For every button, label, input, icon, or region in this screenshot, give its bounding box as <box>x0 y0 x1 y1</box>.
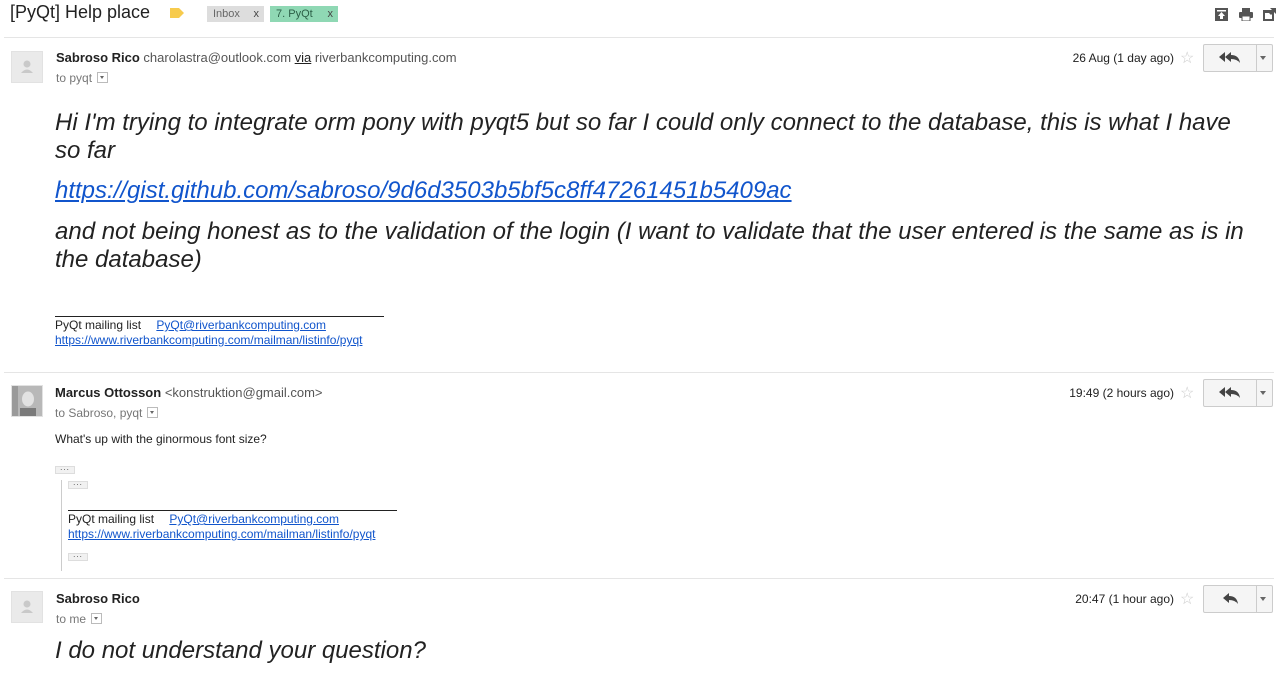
avatar[interactable] <box>11 51 43 83</box>
mailing-list-name: PyQt mailing list <box>55 318 142 332</box>
star-icon[interactable]: ☆ <box>1180 589 1194 609</box>
sender-email: <konstruktion@gmail.com> <box>164 385 323 400</box>
message-sender: Marcus Ottosson <konstruktion@gmail.com> <box>55 385 323 400</box>
label-name: 7. PyQt <box>276 8 313 20</box>
message-body-text: What's up with the ginormous font size? <box>55 432 267 446</box>
show-details-dropdown[interactable] <box>91 613 103 625</box>
star-icon[interactable]: ☆ <box>1180 48 1194 68</box>
recipients-text: to Sabroso, pyqt <box>55 406 143 420</box>
reply-button-group <box>1203 585 1273 613</box>
new-window-icon[interactable] <box>1263 8 1276 21</box>
reply-button-group <box>1203 44 1273 72</box>
gist-link[interactable]: https://gist.github.com/sabroso/9d6d3503… <box>55 177 792 205</box>
via-domain: riverbankcomputing.com <box>314 50 457 65</box>
avatar[interactable] <box>11 385 43 417</box>
show-details-dropdown[interactable] <box>147 407 159 419</box>
signature-divider <box>68 510 397 511</box>
important-marker-icon[interactable] <box>170 8 184 18</box>
signature-divider <box>55 316 384 317</box>
reply-button-group <box>1203 379 1273 407</box>
show-trimmed-content-button[interactable]: ... <box>55 464 75 474</box>
via-link[interactable]: via <box>295 50 312 65</box>
reply-all-icon <box>1219 387 1240 398</box>
mailing-list-url-link[interactable]: https://www.riverbankcomputing.com/mailm… <box>55 333 362 347</box>
show-trimmed-content-button[interactable]: ... <box>68 479 88 489</box>
quote-bar <box>61 480 62 571</box>
message-body-text: Hi I'm trying to integrate orm pony with… <box>55 109 1231 164</box>
more-actions-dropdown[interactable] <box>1260 597 1266 601</box>
message-date[interactable]: 20:47 (1 hour ago) <box>1075 592 1174 606</box>
remove-label-button[interactable]: x <box>328 6 334 22</box>
recipients: to Sabroso, pyqt <box>55 406 159 420</box>
label-chip-pyqt[interactable]: 7. PyQt x <box>270 6 338 22</box>
label-name: Inbox <box>213 8 240 20</box>
mailing-list-email-link[interactable]: PyQt@riverbankcomputing.com <box>169 512 339 526</box>
reply-all-button[interactable] <box>1204 380 1257 406</box>
avatar[interactable] <box>11 591 43 623</box>
recipients: to pyqt <box>56 71 109 85</box>
mailing-list-footer: PyQt mailing list PyQt@riverbankcomputin… <box>55 318 326 332</box>
message-sender: Sabroso Rico <box>56 591 140 606</box>
more-actions-dropdown[interactable] <box>1260 391 1266 395</box>
sender-name[interactable]: Marcus Ottosson <box>55 385 161 400</box>
thread-subject: [PyQt] Help place <box>10 2 151 22</box>
divider <box>4 37 1274 38</box>
mailing-list-footer: PyQt mailing list PyQt@riverbankcomputin… <box>68 512 339 526</box>
message-sender: Sabroso Rico charolastra@outlook.com via… <box>56 50 457 65</box>
reply-icon <box>1223 593 1238 604</box>
sender-name[interactable]: Sabroso Rico <box>56 50 140 65</box>
mailing-list-url-link[interactable]: https://www.riverbankcomputing.com/mailm… <box>68 527 375 541</box>
divider <box>4 578 1274 579</box>
star-icon[interactable]: ☆ <box>1180 383 1194 403</box>
message-body-text: I do not understand your question? <box>55 637 426 664</box>
show-details-dropdown[interactable] <box>97 72 109 84</box>
sender-name[interactable]: Sabroso Rico <box>56 591 140 606</box>
reply-all-icon <box>1219 52 1240 63</box>
recipients-text: to pyqt <box>56 71 93 85</box>
remove-label-button[interactable]: x <box>254 6 260 22</box>
divider <box>4 372 1274 373</box>
message-date[interactable]: 19:49 (2 hours ago) <box>1069 386 1174 400</box>
expand-all-icon[interactable] <box>1215 8 1228 21</box>
more-actions-dropdown[interactable] <box>1260 56 1266 60</box>
recipients: to me <box>56 612 103 626</box>
print-icon[interactable] <box>1239 8 1253 21</box>
mailing-list-email-link[interactable]: PyQt@riverbankcomputing.com <box>156 318 326 332</box>
message-body-text: and not being honest as to the validatio… <box>55 218 1244 273</box>
show-trimmed-content-button[interactable]: ... <box>68 551 88 561</box>
sender-email: charolastra@outlook.com <box>143 50 292 65</box>
recipients-text: to me <box>56 612 87 626</box>
message-date[interactable]: 26 Aug (1 day ago) <box>1073 51 1174 65</box>
label-chip-inbox[interactable]: Inbox x <box>207 6 264 22</box>
reply-all-button[interactable] <box>1204 45 1257 71</box>
mailing-list-name: PyQt mailing list <box>68 512 155 526</box>
reply-button[interactable] <box>1204 586 1257 612</box>
